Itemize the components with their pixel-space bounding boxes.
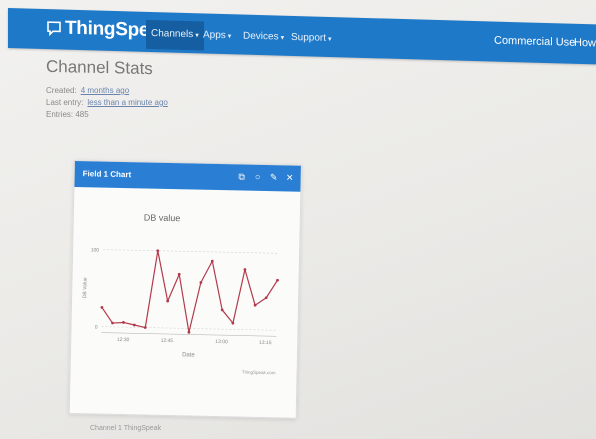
last-entry-row: Last entry: less than a minute ago	[46, 98, 168, 107]
caret-down-icon: ▾	[328, 35, 332, 44]
entries-row: Entries: 485	[46, 110, 89, 119]
nav-channels[interactable]: Channels ▾	[146, 19, 204, 51]
data-point	[122, 321, 125, 324]
y-tick-label: 100	[91, 247, 100, 253]
entries-value: 485	[75, 110, 89, 119]
field-chart-panel: Field 1 Chart ⧉ ○ ✎ ✕ DB value 0 100 12:30…	[68, 160, 302, 419]
created-row: Created: 4 months ago	[46, 86, 129, 95]
top-navbar: ThingSpeak™ Channels▾ Apps▾ Devices▾ Sup…	[8, 8, 596, 65]
page-title: Channel Stats	[46, 56, 153, 79]
data-point	[132, 323, 136, 327]
gridline-y	[103, 249, 279, 254]
x-tick-label: 12:30	[117, 337, 130, 343]
caret-down-icon: ▾	[195, 32, 199, 40]
nav-how-to[interactable]: How to	[574, 37, 596, 50]
created-value[interactable]: 4 months ago	[81, 86, 129, 95]
data-point	[156, 249, 160, 253]
chart-credit: ThingSpeak.com	[242, 370, 276, 376]
nav-support-label: Support	[291, 31, 327, 44]
data-point	[187, 330, 191, 334]
last-entry-label: Last entry:	[46, 98, 84, 107]
nav-commercial-use[interactable]: Commercial Use	[494, 35, 575, 49]
caret-down-icon: ▾	[280, 34, 285, 42]
nav-apps[interactable]: Apps ▾	[200, 27, 234, 43]
line-chart: 0 100 12:30 12:45 13:00 13:15 DB Value Date Thin…	[82, 247, 279, 376]
last-entry-value[interactable]: less than a minute ago	[87, 98, 168, 107]
y-axis-label: DB Value	[82, 277, 88, 298]
data-point	[243, 268, 247, 271]
x-tick-label: 13:15	[259, 340, 272, 346]
x-tick-label: 12:45	[161, 338, 174, 344]
created-label: Created:	[46, 86, 77, 95]
nav-support[interactable]: Support ▾	[288, 30, 335, 46]
entries-label: Entries:	[46, 110, 74, 119]
speech-bubble-icon	[47, 21, 61, 37]
nav-devices[interactable]: Devices ▾	[240, 28, 287, 44]
data-point	[143, 326, 147, 329]
x-tick-label: 13:00	[215, 339, 228, 345]
x-axis-label: Date	[182, 352, 195, 358]
y-tick-label: 0	[95, 324, 98, 330]
nav-channels-label: Channels	[151, 27, 194, 41]
nav-devices-label: Devices	[243, 30, 279, 43]
series-line	[101, 250, 279, 333]
caret-down-icon: ▾	[227, 33, 232, 41]
footer-text: Channel 1 ThingSpeak	[90, 425, 162, 432]
nav-apps-label: Apps	[203, 29, 226, 42]
